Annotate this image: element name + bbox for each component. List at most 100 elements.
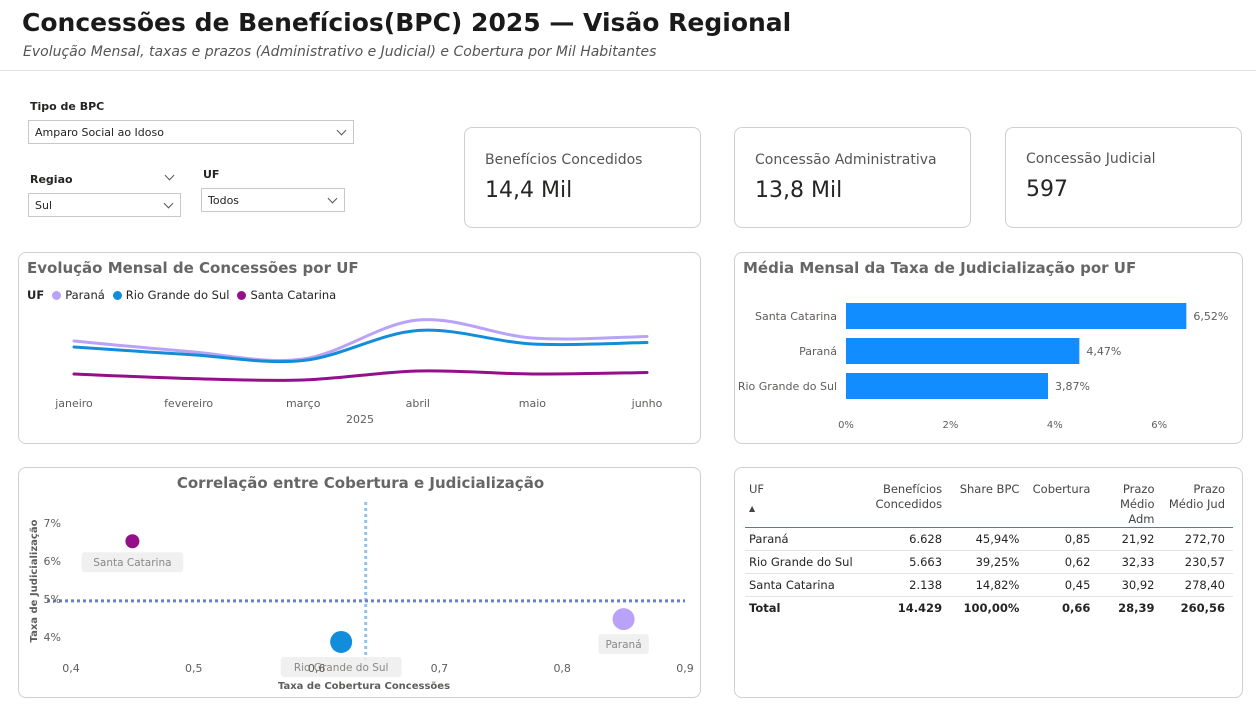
y-tick-label: 6% (44, 555, 61, 568)
kpi-label: Concessão Administrativa (755, 152, 937, 168)
table-cell: 278,40 (1162, 573, 1233, 597)
tipo-bpc-dropdown[interactable]: Amparo Social ao Idoso (28, 120, 354, 144)
uf-dropdown[interactable]: Todos (201, 188, 345, 212)
scatter-point[interactable] (125, 534, 140, 549)
scatter-panel: Correlação entre Cobertura e Judicializa… (18, 467, 701, 698)
column-header-uf[interactable]: UF ▲ (745, 482, 866, 528)
line-chart-svg: janeiro fevereiro março abril maio junho 2025 (54, 318, 663, 426)
regiao-value: Sul (35, 198, 53, 212)
x-tick-label: 0,5 (185, 662, 203, 675)
x-tick-label: 0,7 (431, 662, 449, 675)
kpi-card-judicial: Concessão Judicial 597 (1005, 127, 1242, 228)
x-tick-label: janeiro (54, 397, 93, 410)
x-tick-label: abril (406, 397, 430, 410)
table-cell: 2.138 (865, 573, 951, 597)
regiao-collapse-icon[interactable] (164, 170, 175, 181)
tipo-bpc-value: Amparo Social ao Idoso (35, 125, 164, 139)
column-header-label: UF (749, 482, 765, 496)
table-cell: 45,94% (950, 527, 1028, 551)
table-cell: 0,66 (1027, 596, 1099, 619)
point-label: Santa Catarina (93, 557, 171, 569)
x-tick-label: 0,8 (553, 662, 571, 675)
table-cell: Santa Catarina (745, 573, 866, 597)
scatter-svg: Santa CatarinaRio Grande do SulParaná 0,… (29, 502, 694, 692)
kpi-value: 14,4 Mil (485, 178, 573, 203)
table-cell: 100,00% (950, 596, 1028, 619)
bar-data-label: 4,47% (1086, 345, 1121, 358)
bar-data-label: 3,87% (1055, 380, 1090, 393)
table-cell: 28,39 (1098, 596, 1163, 619)
table-row[interactable]: Paraná 6.628 45,94% 0,85 21,92 272,70 (745, 527, 1233, 551)
table-cell: Paraná (745, 527, 866, 551)
table-cell: 14,82% (950, 573, 1028, 597)
column-header-prazo-jud[interactable]: Prazo Médio Jud (1163, 482, 1233, 528)
table-panel: UF ▲ Benefícios Concedidos Share BPC Cob… (734, 467, 1243, 698)
table-cell: 0,45 (1027, 573, 1099, 597)
table-cell: 5.663 (865, 550, 951, 574)
table-cell: 0,85 (1027, 527, 1099, 551)
table-cell: Rio Grande do Sul (745, 550, 866, 574)
x-tick-label: junho (631, 397, 663, 410)
x-tick-label: maio (519, 397, 547, 410)
matrix-table: UF ▲ Benefícios Concedidos Share BPC Cob… (745, 482, 1233, 619)
table-cell: 260,56 (1162, 596, 1233, 619)
column-header-beneficios[interactable]: Benefícios Concedidos (866, 482, 950, 528)
scatter-ylabel: Taxa de Judicialização (29, 519, 40, 642)
y-tick-label: 5% (44, 593, 61, 606)
page-subtitle: Evolução Mensal, taxas e prazos (Adminis… (23, 44, 657, 60)
column-header-share[interactable]: Share BPC (950, 482, 1027, 528)
table-total-row: Total 14.429 100,00% 0,66 28,39 260,56 (745, 596, 1233, 619)
chevron-down-icon (336, 125, 347, 136)
line-series-2[interactable] (72, 328, 649, 364)
y-category-label: Paraná (799, 345, 837, 358)
kpi-card-beneficios: Benefícios Concedidos 14,4 Mil (464, 127, 701, 228)
regiao-label: Regiao (30, 173, 73, 186)
y-tick-label: 7% (44, 517, 61, 530)
column-header-prazo-adm[interactable]: Prazo Médio Adm (1098, 482, 1162, 528)
chevron-down-icon (327, 193, 338, 204)
kpi-label: Benefícios Concedidos (485, 152, 643, 168)
tipo-bpc-label: Tipo de BPC (30, 100, 105, 113)
line-series-3[interactable] (72, 369, 649, 382)
bar[interactable] (846, 338, 1080, 364)
header-divider (0, 70, 1256, 71)
line-chart-xlabel: 2025 (346, 413, 374, 426)
line-chart-panel: Evolução Mensal de Concessões por UF UF … (18, 252, 701, 444)
sort-asc-icon[interactable]: ▲ (749, 501, 858, 516)
x-tick-label: fevereiro (164, 397, 213, 410)
table-cell: 39,25% (950, 550, 1028, 574)
point-label: Paraná (606, 639, 642, 651)
table-cell: 32,33 (1098, 550, 1163, 574)
y-category-label: Rio Grande do Sul (738, 380, 837, 393)
table-row[interactable]: Rio Grande do Sul 5.663 39,25% 0,62 32,3… (745, 550, 1233, 574)
uf-value: Todos (208, 193, 240, 207)
bar[interactable] (846, 303, 1187, 329)
bar[interactable] (846, 373, 1049, 399)
bar-data-label: 6,52% (1193, 310, 1228, 323)
x-tick-label: 4% (1047, 420, 1063, 431)
kpi-card-administrativa: Concessão Administrativa 13,8 Mil (734, 127, 971, 228)
chevron-down-icon (163, 198, 174, 209)
line-series-1[interactable] (72, 318, 649, 363)
x-tick-label: 0,9 (676, 662, 694, 675)
x-tick-label: 0,4 (62, 662, 80, 675)
scatter-point[interactable] (330, 630, 353, 653)
kpi-value: 597 (1026, 177, 1068, 202)
y-category-label: Santa Catarina (755, 310, 837, 323)
column-header-cobertura[interactable]: Cobertura (1027, 482, 1098, 528)
uf-label: UF (203, 168, 220, 181)
scatter-point[interactable] (612, 608, 635, 631)
table-cell: 21,92 (1098, 527, 1163, 551)
table-cell: 14.429 (865, 596, 951, 619)
table-cell: 230,57 (1162, 550, 1233, 574)
table-cell: 6.628 (865, 527, 951, 551)
table-cell: 0,62 (1027, 550, 1099, 574)
table-cell: 30,92 (1098, 573, 1163, 597)
x-tick-label: 2% (942, 420, 958, 431)
table-cell: Total (745, 596, 866, 619)
bar-chart-svg: Santa Catarina 6,52% Paraná 4,47% Rio Grande… (738, 303, 1228, 431)
x-tick-label: 6% (1151, 420, 1167, 431)
table-row[interactable]: Santa Catarina 2.138 14,82% 0,45 30,92 2… (745, 573, 1233, 597)
regiao-dropdown[interactable]: Sul (28, 193, 181, 217)
bar-chart-panel: Média Mensal da Taxa de Judicialização p… (734, 252, 1243, 444)
